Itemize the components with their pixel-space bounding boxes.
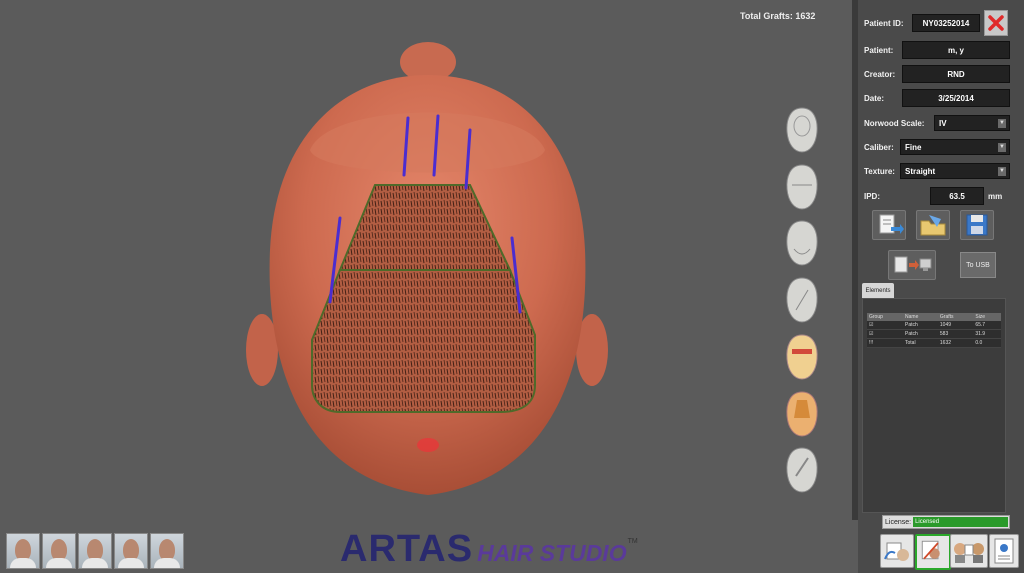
license-value: Licensed <box>913 517 1008 527</box>
tab-elements[interactable]: Elements <box>862 283 894 298</box>
caliber-value: Fine <box>905 142 922 152</box>
patient-photos-nav-icon <box>884 542 909 561</box>
close-x-icon <box>988 15 1004 31</box>
row-name: Patch <box>903 321 938 330</box>
photo-transfer-icon <box>894 256 932 273</box>
ipd-field[interactable]: 63.5 <box>930 187 984 205</box>
scalp-3d-model[interactable] <box>230 40 620 510</box>
save-disk-icon <box>966 214 988 236</box>
norwood-label: Norwood Scale: <box>864 118 925 128</box>
norwood-scale-select[interactable]: IV ▼ <box>934 115 1010 131</box>
caliber-label: Caliber: <box>864 142 894 152</box>
report-nav-button[interactable] <box>989 534 1019 568</box>
recipient-zone-crown[interactable] <box>311 269 536 413</box>
patient-photo-thumb[interactable] <box>114 533 148 569</box>
3d-head-viewport[interactable]: Total Grafts: 1632 ARTAS HAIR STUDIO TM <box>0 0 852 573</box>
head-top-view-icon[interactable] <box>782 106 822 154</box>
date-label: Date: <box>864 93 885 103</box>
row-size: 0.0 <box>973 338 1001 348</box>
texture-label: Texture: <box>864 166 895 176</box>
row-size: 31.9 <box>973 329 1001 339</box>
column-header-name[interactable]: Name <box>903 313 938 321</box>
head-density-view-icon[interactable] <box>782 390 822 438</box>
elements-table: Group Name Grafts Size ☑ Patch 1049 65.7… <box>867 313 1001 348</box>
logo-hair-studio-text: HAIR STUDIO <box>477 540 627 566</box>
row-group-checkbox[interactable]: ☑ <box>867 329 904 339</box>
row-grafts: 1049 <box>937 321 974 330</box>
row-name: Total <box>903 338 938 348</box>
row-grafts: 583 <box>937 329 974 339</box>
patient-label: Patient: <box>864 45 894 55</box>
ipd-unit: mm <box>988 191 1003 201</box>
to-usb-button[interactable]: To USB <box>960 252 996 278</box>
row-group-marker: !!! <box>867 338 904 348</box>
export-document-icon <box>879 214 904 234</box>
patient-name-field[interactable]: m, y <box>902 41 1010 59</box>
row-name: Patch <box>903 329 938 339</box>
table-row[interactable]: ☑ Patch 583 31.9 <box>867 329 1001 339</box>
table-row[interactable]: !!! Total 1632 0.0 <box>867 338 1001 348</box>
export-button[interactable] <box>872 210 906 240</box>
patient-info-panel: Patient ID: NY03252014 Patient: m, y Cre… <box>858 0 1024 573</box>
head-front-view-icon[interactable] <box>782 163 822 211</box>
table-row[interactable]: ☑ Patch 1049 65.7 <box>867 321 1001 330</box>
creator-label: Creator: <box>864 69 896 79</box>
chevron-down-icon: ▼ <box>998 119 1006 128</box>
patient-id-label: Patient ID: <box>864 18 904 28</box>
column-header-size[interactable]: Size <box>973 313 1001 321</box>
patient-id-field[interactable]: NY03252014 <box>912 14 980 32</box>
ipd-label: IPD: <box>864 191 880 201</box>
occipital-marker <box>417 438 439 452</box>
license-label: License: <box>885 518 912 526</box>
license-status: License: Licensed <box>882 515 1010 529</box>
row-group-checkbox[interactable]: ☑ <box>867 321 904 330</box>
chevron-down-icon: ▼ <box>998 167 1006 176</box>
row-grafts: 1632 <box>937 338 974 348</box>
patient-photo-strip <box>6 533 184 569</box>
texture-select[interactable]: Straight ▼ <box>900 163 1010 179</box>
head-left-view-icon[interactable] <box>782 276 822 324</box>
close-button[interactable] <box>984 10 1008 36</box>
date-field[interactable]: 3/25/2014 <box>902 89 1010 107</box>
patient-photo-thumb[interactable] <box>150 533 184 569</box>
patient-photo-thumb[interactable] <box>42 533 76 569</box>
row-size: 65.7 <box>973 321 1001 330</box>
elements-table-container: Group Name Grafts Size ☑ Patch 1049 65.7… <box>862 298 1006 513</box>
artas-hair-studio-window: Total Grafts: 1632 ARTAS HAIR STUDIO TM … <box>0 0 1024 573</box>
patient-photo-thumb[interactable] <box>6 533 40 569</box>
chevron-down-icon: ▼ <box>998 143 1006 152</box>
logo-artas-text: ARTAS <box>340 528 474 570</box>
plan-design-nav-button[interactable] <box>915 534 951 570</box>
artas-logo: ARTAS HAIR STUDIO TM <box>340 528 638 570</box>
patient-photo-thumb[interactable] <box>78 533 112 569</box>
plan-design-nav-icon <box>921 540 940 560</box>
total-grafts-counter: Total Grafts: 1632 <box>740 11 816 21</box>
logo-trademark: TM <box>627 538 638 545</box>
consult-nav-icon <box>954 543 984 563</box>
head-right-view-icon[interactable] <box>782 446 822 494</box>
import-folder-icon <box>920 215 946 236</box>
texture-value: Straight <box>905 166 936 176</box>
photo-transfer-button[interactable] <box>888 250 936 280</box>
column-header-group[interactable]: Group <box>867 313 904 321</box>
report-nav-icon <box>994 538 1014 564</box>
caliber-select[interactable]: Fine ▼ <box>900 139 1010 155</box>
left-ear <box>246 314 278 386</box>
column-header-grafts[interactable]: Grafts <box>937 313 974 321</box>
head-zones-view-icon[interactable] <box>782 333 822 381</box>
norwood-scale-value: IV <box>939 118 947 128</box>
consult-nav-button[interactable] <box>950 534 988 568</box>
creator-field[interactable]: RND <box>902 65 1010 83</box>
save-button[interactable] <box>960 210 994 240</box>
import-button[interactable] <box>916 210 950 240</box>
head-back-view-icon[interactable] <box>782 219 822 267</box>
patient-photos-nav-button[interactable] <box>880 534 914 568</box>
